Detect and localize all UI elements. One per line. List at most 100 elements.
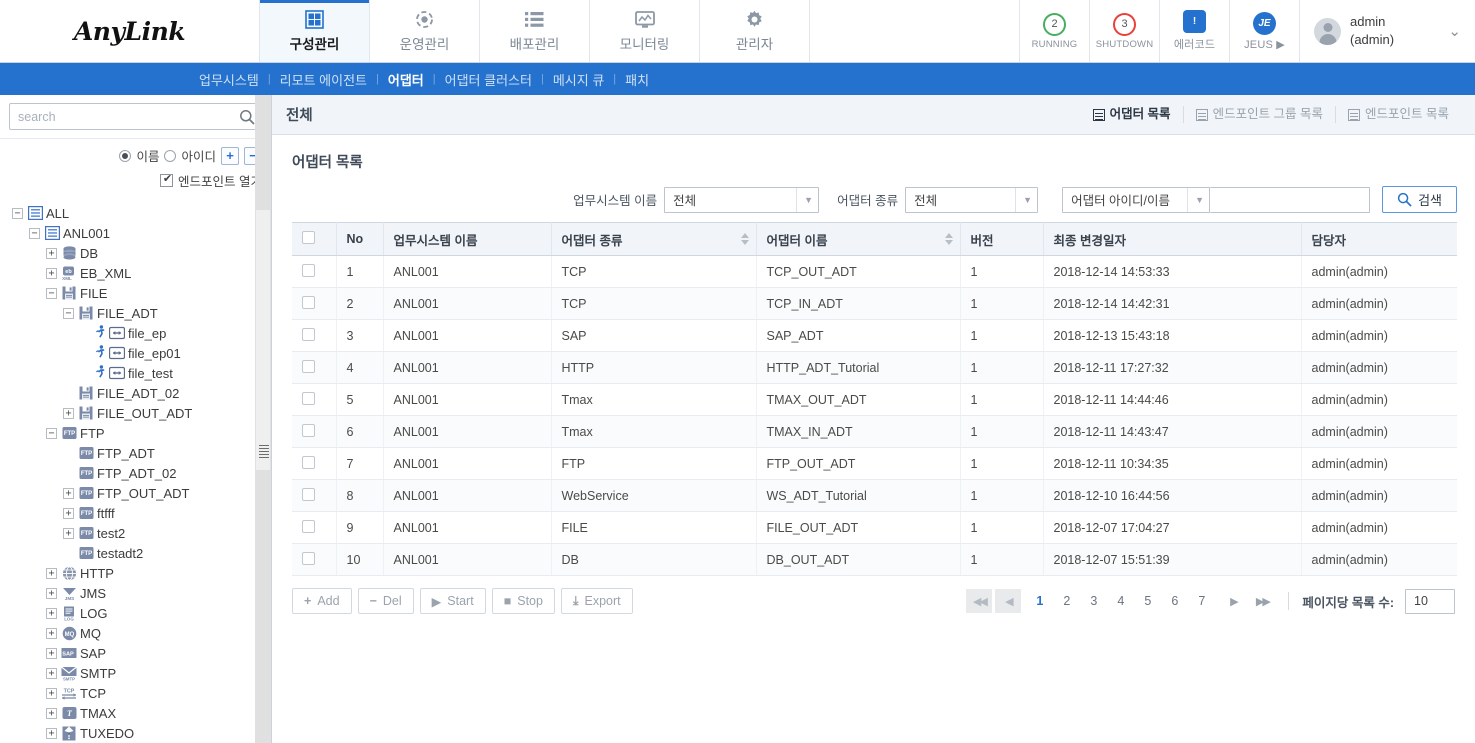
- tree-node[interactable]: + SMTP SMTP: [4, 663, 271, 683]
- row-checkbox[interactable]: [302, 423, 315, 437]
- table-row[interactable]: 1 ANL001 TCP TCP_OUT_ADT 1 2018-12-14 14:53:3…: [292, 255, 1457, 288]
- tree-node[interactable]: file_ep: [4, 323, 271, 343]
- endpoint-open-checkbox[interactable]: [160, 172, 174, 187]
- page-number[interactable]: 4: [1111, 594, 1130, 608]
- row-checkbox-cell[interactable]: [292, 511, 337, 544]
- export-button[interactable]: ⤓ Export: [560, 588, 633, 614]
- row-checkbox-cell[interactable]: [292, 319, 337, 352]
- tree-node[interactable]: + TUXEDO: [4, 723, 271, 743]
- tree-node[interactable]: − FTP FTP: [4, 423, 271, 443]
- tree-node[interactable]: + HTTP: [4, 563, 271, 583]
- row-checkbox-cell[interactable]: [292, 255, 337, 288]
- status-errorcode[interactable]: ! 에러코드: [1160, 0, 1230, 62]
- start-button[interactable]: ▶ Start: [419, 588, 486, 614]
- tree-node[interactable]: − FILE: [4, 283, 271, 303]
- page-number[interactable]: 7: [1192, 594, 1211, 608]
- row-checkbox-cell[interactable]: [292, 447, 337, 480]
- col-adapter-type[interactable]: 어댑터 종류: [551, 222, 757, 256]
- system-filter-select[interactable]: 전체 ▼: [664, 186, 820, 213]
- tree-node[interactable]: − ANL001: [4, 223, 271, 243]
- row-checkbox[interactable]: [302, 551, 315, 565]
- row-checkbox[interactable]: [302, 519, 315, 533]
- row-checkbox-cell[interactable]: [292, 383, 337, 416]
- search-button[interactable]: 검색: [1382, 186, 1457, 213]
- tab-endpoint-group-list[interactable]: 엔드포인트 그룹 목록: [1182, 106, 1335, 123]
- tree-node[interactable]: + FILE_OUT_ADT: [4, 403, 271, 423]
- tab-operation[interactable]: 운영관리: [370, 0, 480, 62]
- tree-expand-toggle[interactable]: +: [46, 647, 57, 659]
- subnav-item-message-queue[interactable]: 메시지 큐: [544, 70, 613, 89]
- delete-button[interactable]: − Del: [357, 588, 414, 614]
- table-row[interactable]: 4 ANL001 HTTP HTTP_ADT_Tutorial 1 2018-12-11 …: [292, 351, 1457, 384]
- table-row[interactable]: 3 ANL001 SAP SAP_ADT 1 2018-12-13 15:43:18 adm…: [292, 319, 1457, 352]
- table-row[interactable]: 6 ANL001 Tmax TMAX_IN_ADT 1 2018-12-11 14:43:…: [292, 415, 1457, 448]
- tree-node[interactable]: FTP FTP_ADT_02: [4, 463, 271, 483]
- sidebar-scrollbar[interactable]: [255, 95, 271, 743]
- tree-node[interactable]: + FTP test2: [4, 523, 271, 543]
- tab-endpoint-list[interactable]: 엔드포인트 목록: [1335, 106, 1461, 123]
- expand-all-button[interactable]: +: [221, 146, 239, 165]
- tree-expand-toggle[interactable]: +: [46, 687, 57, 699]
- tree-collapse-toggle[interactable]: −: [46, 287, 57, 299]
- page-number[interactable]: 5: [1138, 594, 1157, 608]
- status-shutdown[interactable]: 3 SHUTDOWN: [1090, 0, 1160, 62]
- per-page-input[interactable]: [1405, 588, 1455, 614]
- tree-collapse-toggle[interactable]: −: [29, 227, 40, 239]
- row-checkbox[interactable]: [302, 359, 315, 373]
- tree-expand-toggle[interactable]: +: [46, 627, 57, 639]
- row-checkbox[interactable]: [302, 295, 315, 309]
- table-row[interactable]: 7 ANL001 FTP FTP_OUT_ADT 1 2018-12-11 10:34:3…: [292, 447, 1457, 480]
- row-checkbox-cell[interactable]: [292, 415, 337, 448]
- tree-expand-toggle[interactable]: +: [46, 587, 57, 599]
- row-checkbox[interactable]: [302, 487, 315, 501]
- sort-adapter-type[interactable]: [740, 233, 749, 245]
- tree-collapse-toggle[interactable]: −: [63, 307, 74, 319]
- sort-adapter-name[interactable]: [944, 233, 953, 245]
- tab-adapter-list[interactable]: 어댑터 목록: [1081, 106, 1183, 123]
- table-row[interactable]: 8 ANL001 WebService WS_ADT_Tutorial 1 2018-12…: [292, 479, 1457, 512]
- next-page-button[interactable]: ▶: [1220, 589, 1246, 613]
- row-checkbox-cell[interactable]: [292, 287, 337, 320]
- tree-node[interactable]: FTP FTP_ADT: [4, 443, 271, 463]
- adapter-tree[interactable]: − ALL − ANL001 + DB + eb XML EB_XML − FILE − FILE_ADT…: [0, 199, 271, 743]
- row-checkbox-cell[interactable]: [292, 351, 337, 384]
- tree-node[interactable]: file_test: [4, 363, 271, 383]
- subnav-item-patch[interactable]: 패치: [616, 70, 658, 89]
- select-all-checkbox[interactable]: [302, 231, 315, 244]
- tree-node[interactable]: FILE_ADT_02: [4, 383, 271, 403]
- status-jeus[interactable]: JE JEUS ▶: [1230, 0, 1300, 62]
- tree-node[interactable]: + LOG LOG: [4, 603, 271, 623]
- stop-button[interactable]: ■ Stop: [491, 588, 555, 614]
- subnav-item-adapter-cluster[interactable]: 어댑터 클러스터: [436, 70, 541, 89]
- tree-expand-toggle[interactable]: +: [63, 507, 74, 519]
- select-all-header[interactable]: [292, 222, 337, 256]
- col-adapter-name[interactable]: 어댑터 이름: [756, 222, 961, 256]
- tree-node[interactable]: + FTP ftfff: [4, 503, 271, 523]
- tree-collapse-toggle[interactable]: −: [12, 207, 23, 219]
- tree-node[interactable]: + MQ MQ: [4, 623, 271, 643]
- tree-expand-toggle[interactable]: +: [46, 707, 57, 719]
- status-running[interactable]: 2 RUNNING: [1020, 0, 1090, 62]
- type-filter-select[interactable]: 전체 ▼: [905, 186, 1039, 213]
- row-checkbox[interactable]: [302, 391, 315, 405]
- subnav-item-business-system[interactable]: 업무시스템: [190, 70, 268, 89]
- tree-expand-toggle[interactable]: +: [46, 247, 57, 259]
- tree-expand-toggle[interactable]: +: [46, 567, 57, 579]
- subnav-item-remote-agent[interactable]: 리모트 에이전트: [271, 70, 376, 89]
- tree-node[interactable]: file_ep01: [4, 343, 271, 363]
- tab-deployment[interactable]: 배포관리: [480, 0, 590, 62]
- last-page-button[interactable]: ▶▶: [1249, 589, 1275, 613]
- add-button[interactable]: + Add: [292, 588, 352, 614]
- tree-node[interactable]: − FILE_ADT: [4, 303, 271, 323]
- table-row[interactable]: 10 ANL001 DB DB_OUT_ADT 1 2018-12-07 15:51:39…: [292, 543, 1457, 576]
- tree-node[interactable]: + T TMAX: [4, 703, 271, 723]
- row-checkbox[interactable]: [302, 455, 315, 469]
- keyword-field-select[interactable]: 어댑터 아이디/이름 ▼: [1062, 186, 1211, 213]
- tree-expand-toggle[interactable]: +: [46, 727, 57, 739]
- table-row[interactable]: 2 ANL001 TCP TCP_IN_ADT 1 2018-12-14 14:42:31…: [292, 287, 1457, 320]
- search-box[interactable]: [9, 103, 262, 130]
- tree-expand-toggle[interactable]: +: [46, 607, 57, 619]
- row-checkbox[interactable]: [302, 327, 315, 341]
- keyword-input[interactable]: [1210, 186, 1371, 213]
- tree-expand-toggle[interactable]: +: [63, 487, 74, 499]
